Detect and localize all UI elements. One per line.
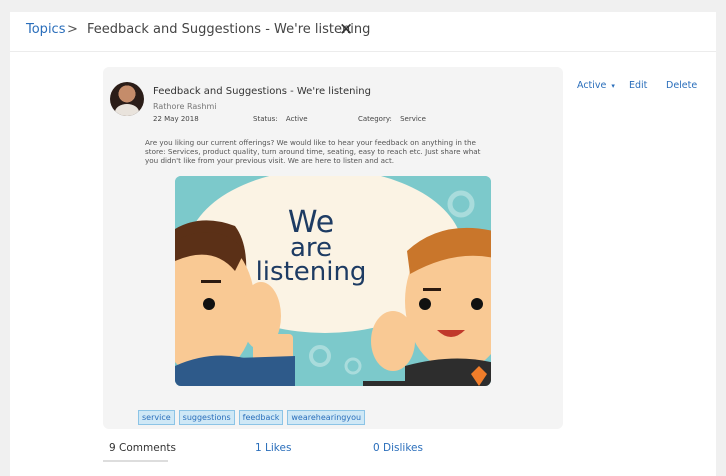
edit-button[interactable]: Edit (629, 80, 647, 91)
avatar-shirt (115, 104, 139, 116)
post-tags: service suggestions feedback wearehearin… (138, 410, 366, 425)
banner-line-3: listening (256, 257, 367, 287)
tag-feedback[interactable]: feedback (238, 410, 284, 425)
status-value: Active (285, 115, 308, 123)
status-label: Status: (253, 115, 278, 123)
status-dropdown[interactable]: Active ▾ (577, 80, 615, 91)
caret-down-icon: ▾ (611, 82, 615, 90)
post-category: Category: Service (358, 115, 426, 123)
post-card: Feedback and Suggestions - We're listeni… (103, 67, 563, 429)
we-are-listening-illustration: We are listening (175, 176, 491, 386)
post-banner-image: We are listening (175, 176, 491, 386)
post-status: Status: Active (253, 115, 308, 123)
breadcrumb-topics-link[interactable]: Topics (26, 22, 65, 37)
comments-tab[interactable]: 9 Comments (109, 442, 176, 454)
breadcrumb-current: Feedback and Suggestions - We're listeni… (87, 22, 371, 37)
chevron-right-icon: > (67, 22, 78, 37)
category-label: Category: (358, 115, 392, 123)
avatar (110, 82, 144, 116)
tag-suggestions[interactable]: suggestions (178, 410, 235, 425)
post-title: Feedback and Suggestions - We're listeni… (153, 86, 371, 97)
dislikes-tab[interactable]: 0 Dislikes (373, 442, 423, 454)
active-tab-underline (103, 460, 168, 462)
category-value: Service (400, 115, 426, 123)
delete-button[interactable]: Delete (666, 80, 697, 91)
status-dropdown-label: Active (577, 80, 607, 91)
post-date: 22 May 2018 (153, 115, 199, 123)
post-stats: 9 Comments 1 Likes 0 Dislikes (103, 440, 563, 462)
likes-tab[interactable]: 1 Likes (255, 442, 291, 454)
breadcrumb: Topics > Feedback and Suggestions - We'r… (10, 12, 716, 52)
tag-service[interactable]: service (138, 410, 175, 425)
post-description: Are you liking our current offerings? We… (145, 138, 481, 165)
close-icon[interactable]: ✕ (339, 22, 353, 39)
topic-detail-panel: Topics > Feedback and Suggestions - We'r… (10, 12, 716, 476)
post-author: Rathore Rashmi (153, 102, 217, 111)
tag-wearehearingyou[interactable]: wearehearingyou (287, 410, 366, 425)
